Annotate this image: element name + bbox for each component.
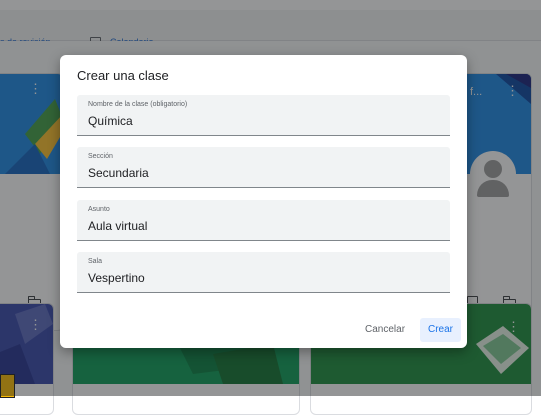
class-name-value[interactable]: Química [88, 114, 133, 128]
subject-field[interactable]: Asunto Aula virtual [77, 200, 450, 241]
subject-value[interactable]: Aula virtual [88, 219, 147, 233]
dialog-title: Crear una clase [77, 68, 169, 83]
section-label: Sección [88, 153, 113, 160]
cancel-button[interactable]: Cancelar [357, 318, 413, 342]
create-button[interactable]: Crear [420, 318, 462, 342]
section-field[interactable]: Sección Secundaria [77, 147, 450, 188]
subject-label: Asunto [88, 206, 110, 213]
room-field[interactable]: Sala Vespertino [77, 252, 450, 293]
class-name-field[interactable]: Nombre de la clase (obligatorio) Química [77, 95, 450, 136]
room-value[interactable]: Vespertino [88, 271, 145, 285]
class-name-label: Nombre de la clase (obligatorio) [88, 101, 188, 108]
room-label: Sala [88, 258, 103, 265]
section-value[interactable]: Secundaria [88, 166, 149, 180]
create-class-dialog: Crear una clase Nombre de la clase (obli… [60, 55, 467, 348]
